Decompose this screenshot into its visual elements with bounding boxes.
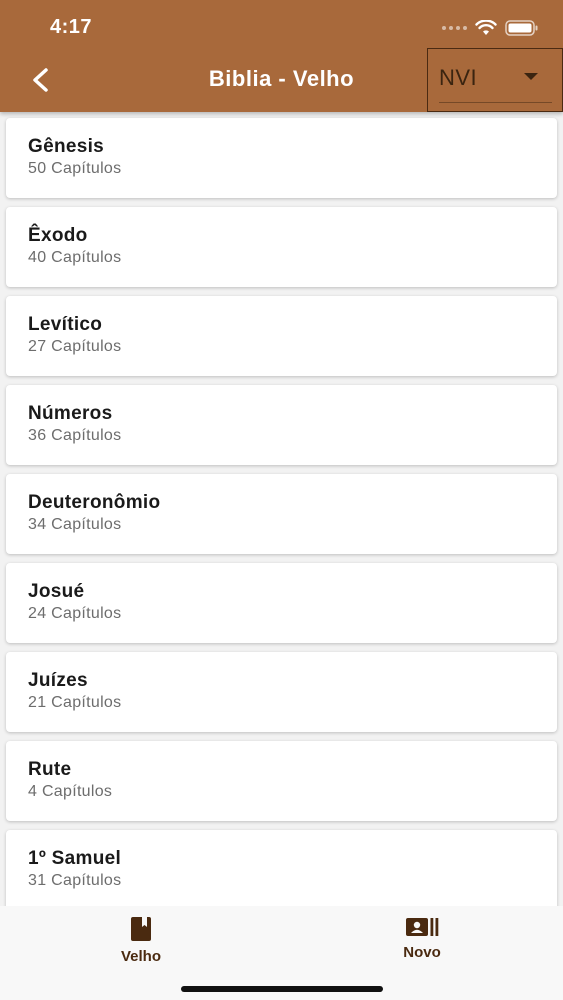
book-item[interactable]: Números 36 Capítulos <box>6 385 557 465</box>
book-name: 1º Samuel <box>28 848 122 869</box>
book-list[interactable]: Gênesis 50 Capítulos Êxodo 40 Capítulos … <box>0 112 563 906</box>
book-name: Levítico <box>28 314 103 335</box>
status-time: 4:17 <box>50 16 93 38</box>
book-name: Êxodo <box>28 225 88 246</box>
app-header: 4:17 Biblia - Velho NVI <box>0 0 563 112</box>
battery-icon <box>505 20 538 36</box>
book-item[interactable]: Êxodo 40 Capítulos <box>6 207 557 287</box>
book-chapter-count: 21 Capítulos <box>28 694 122 711</box>
book-item[interactable]: Deuteronômio 34 Capítulos <box>6 474 557 554</box>
book-chapter-count: 36 Capítulos <box>28 427 122 444</box>
tab-velho[interactable]: Velho <box>86 916 196 976</box>
tab-label-novo: Novo <box>403 944 441 961</box>
version-dropdown[interactable]: NVI <box>427 48 563 112</box>
book-name: Gênesis <box>28 136 105 157</box>
book-chapter-count: 24 Capítulos <box>28 605 122 622</box>
book-chapter-count: 40 Capítulos <box>28 249 122 266</box>
book-chapter-count: 50 Capítulos <box>28 160 122 177</box>
book-name: Deuteronômio <box>28 492 161 513</box>
tab-novo[interactable]: Novo <box>367 916 477 976</box>
book-item[interactable]: Levítico 27 Capítulos <box>6 296 557 376</box>
contacts-book-icon <box>406 918 439 936</box>
book-name: Josué <box>28 581 85 602</box>
wifi-icon <box>475 20 497 35</box>
dropdown-underline <box>439 102 552 103</box>
book-chapter-count: 27 Capítulos <box>28 338 122 355</box>
book-chapter-count: 31 Capítulos <box>28 872 122 889</box>
book-chapter-count: 4 Capítulos <box>28 783 113 800</box>
book-name: Números <box>28 403 113 424</box>
book-name: Rute <box>28 759 72 780</box>
book-icon <box>131 917 151 941</box>
version-value: NVI <box>439 65 478 90</box>
book-item[interactable]: Gênesis 50 Capítulos <box>6 118 557 198</box>
book-name: Juízes <box>28 670 88 691</box>
book-item[interactable]: 1º Samuel 31 Capítulos <box>6 830 557 906</box>
book-item[interactable]: Rute 4 Capítulos <box>6 741 557 821</box>
dropdown-caret-icon <box>524 73 538 80</box>
home-indicator <box>181 986 383 992</box>
tab-label-velho: Velho <box>120 948 161 965</box>
status-icons <box>442 18 539 38</box>
signal-icon <box>442 26 467 30</box>
book-chapter-count: 34 Capítulos <box>28 516 122 533</box>
book-item[interactable]: Josué 24 Capítulos <box>6 563 557 643</box>
book-item[interactable]: Juízes 21 Capítulos <box>6 652 557 732</box>
